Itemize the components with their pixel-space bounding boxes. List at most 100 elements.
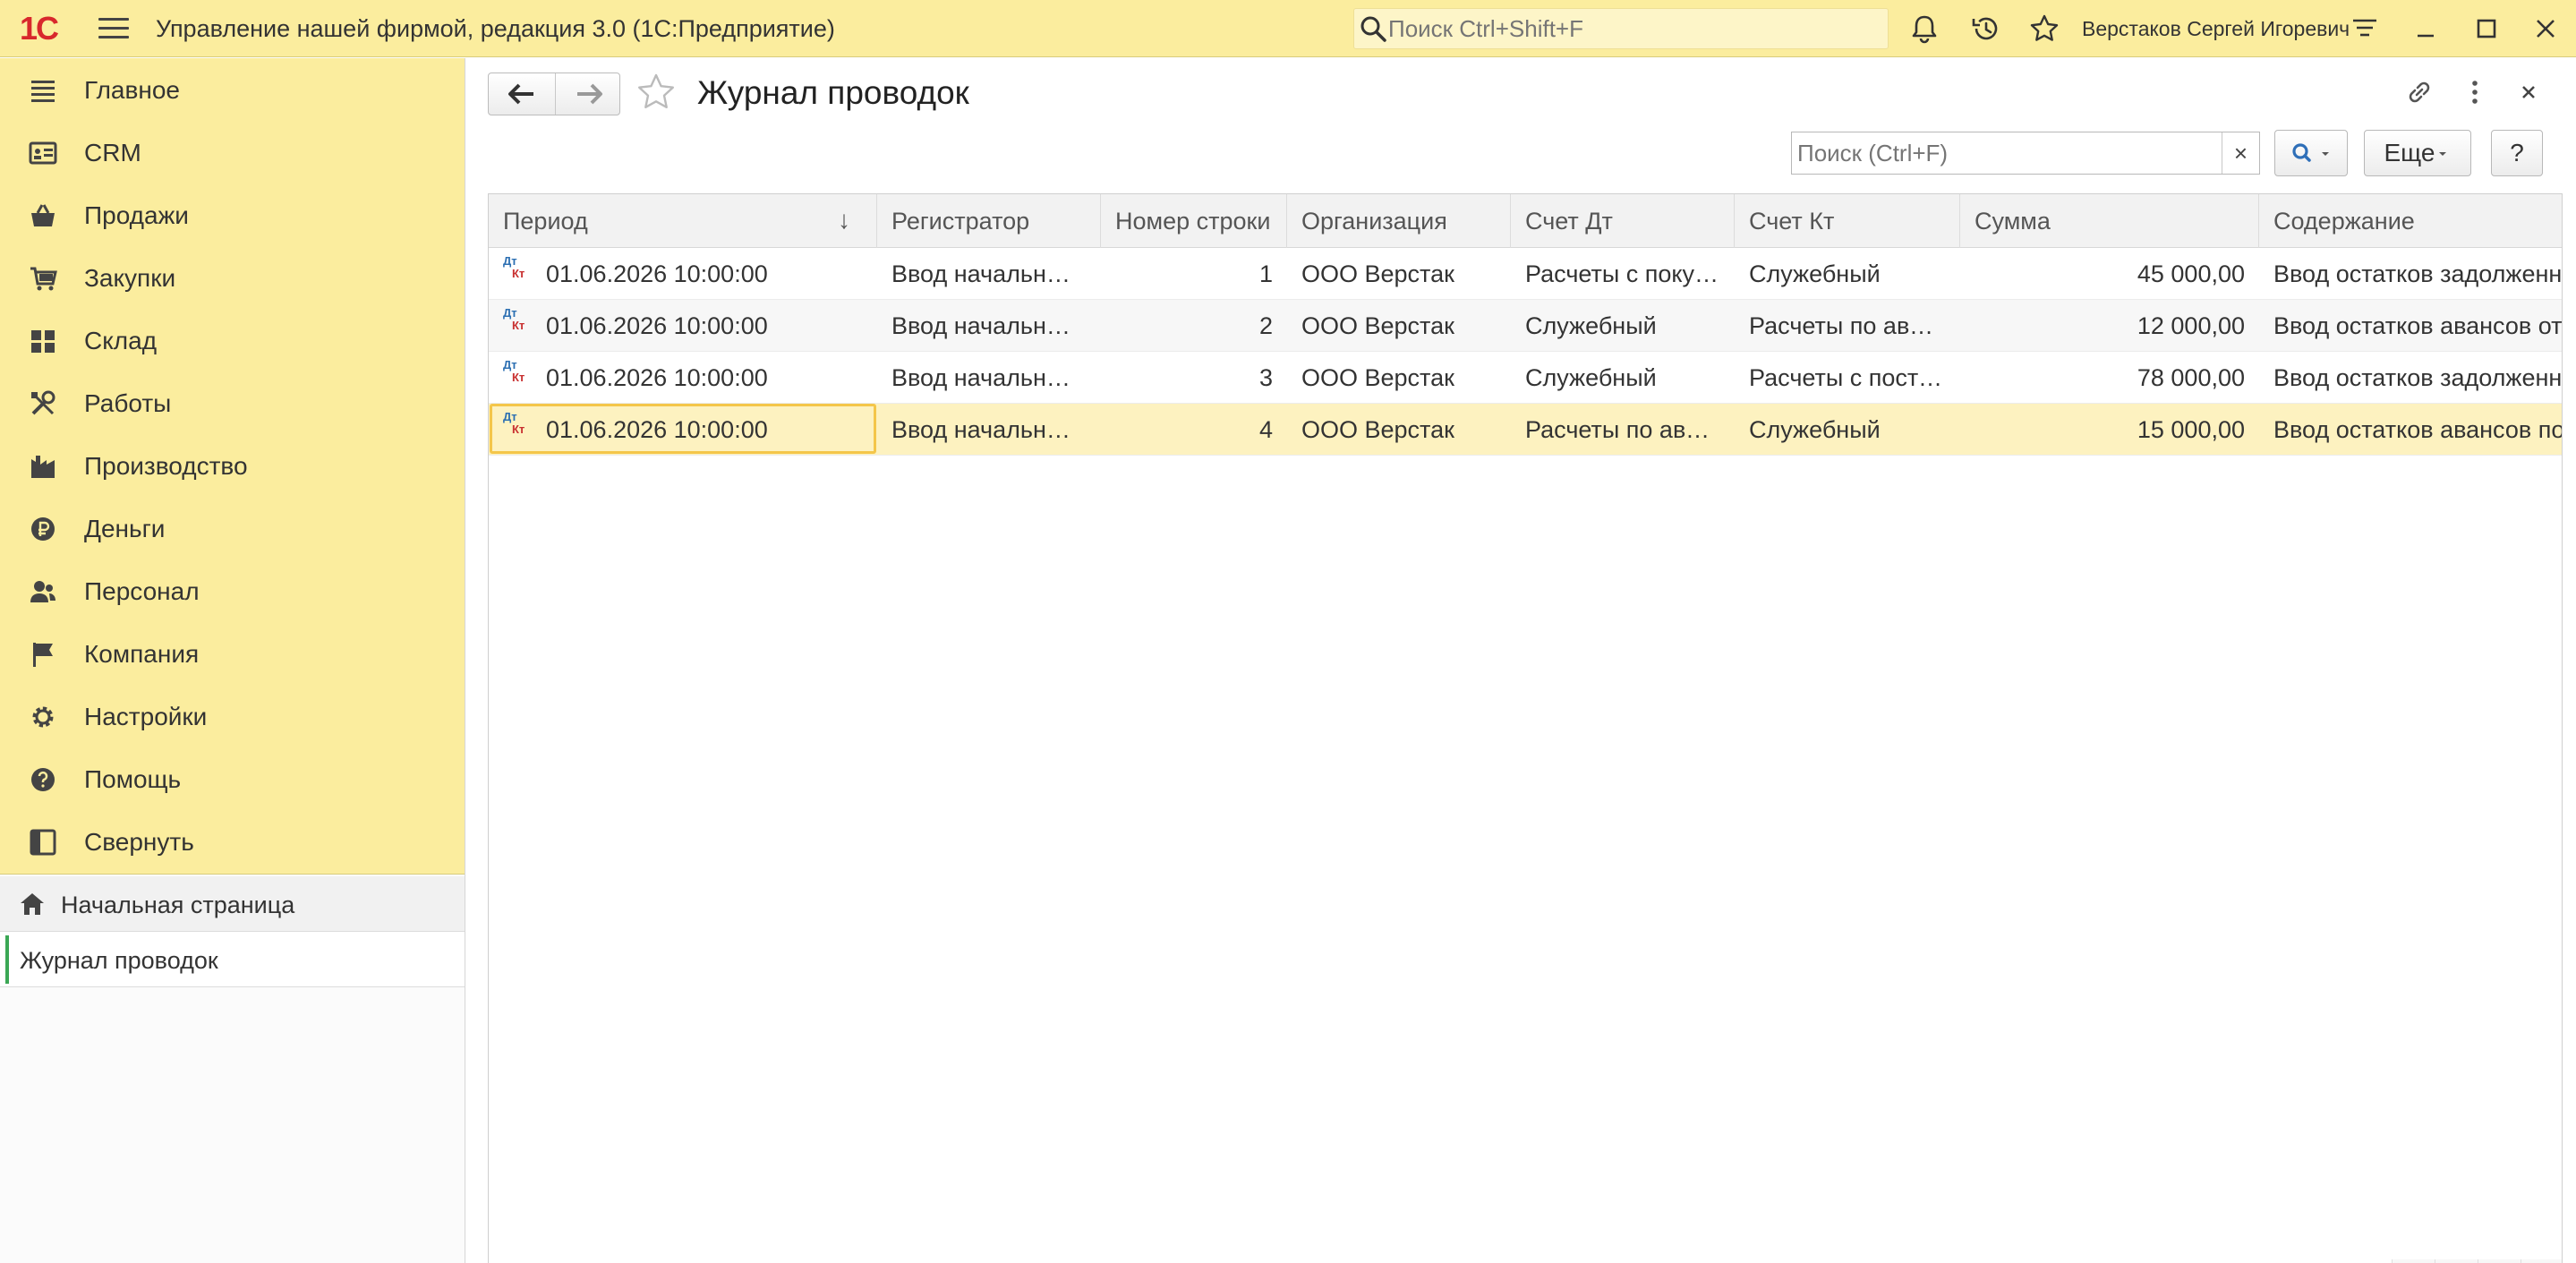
column-header-debit-account[interactable]: Счет Дт <box>1511 194 1735 248</box>
sort-down-icon: ↓ <box>838 206 850 234</box>
table-row[interactable]: Дт Кт 01.06.2026 10:00:00 Ввод начальных … <box>489 248 2562 300</box>
history-icon[interactable] <box>1969 13 2001 45</box>
cell-period: 01.06.2026 10:00:00 <box>546 416 768 443</box>
burger-line <box>98 27 129 30</box>
tools-icon <box>29 389 57 418</box>
page-up-button[interactable] <box>2435 1259 2478 1263</box>
page-title: Журнал проводок <box>697 74 969 111</box>
sidebar-item-label: Настройки <box>84 703 208 730</box>
title-bar: 1С Управление нашей фирмой, редакция 3.0… <box>0 0 2576 57</box>
people-icon <box>29 577 57 606</box>
gear-icon <box>29 703 57 731</box>
collapse-icon <box>29 828 57 857</box>
sidebar-item-label: Помощь <box>84 765 182 793</box>
cell-content: Ввод остатков задолженности <box>2273 364 2563 391</box>
add-favorite-star-icon[interactable] <box>635 71 678 114</box>
sidebar-item-label: Производство <box>84 452 248 480</box>
table-row[interactable]: Дт Кт 01.06.2026 10:00:00 Ввод начальных … <box>489 300 2562 352</box>
maximize-icon[interactable] <box>2470 13 2503 45</box>
sidebar-item-purchases[interactable]: Закупки <box>0 246 465 309</box>
minimize-icon[interactable] <box>2410 13 2442 45</box>
main-menu-button[interactable] <box>98 18 129 41</box>
column-header-period[interactable]: Период ↓ <box>489 194 877 248</box>
column-header-registrator[interactable]: Регистратор <box>877 194 1101 248</box>
cell-organization: ООО Верстак <box>1301 416 1454 443</box>
search-options-button[interactable] <box>2274 130 2348 176</box>
settings-lines-icon[interactable] <box>2349 13 2381 45</box>
global-search[interactable] <box>1353 8 1889 49</box>
table-row-selected[interactable]: Дт Кт 01.06.2026 10:00:00 Ввод начальных … <box>489 404 2563 456</box>
bell-icon[interactable] <box>1908 13 1941 45</box>
list-search-input[interactable] <box>1792 132 2222 174</box>
flag-icon <box>29 640 57 669</box>
cell-line-number: 2 <box>1258 312 1273 339</box>
cell-registrator: Ввод начальных остатков <box>891 416 1101 443</box>
sidebar-item-money[interactable]: Деньги <box>0 497 465 559</box>
sidebar-item-crm[interactable]: CRM <box>0 121 465 183</box>
sidebar-item-help[interactable]: Помощь <box>0 747 465 810</box>
sidebar-item-label: Работы <box>84 389 172 417</box>
more-button[interactable]: Еще <box>2364 130 2471 176</box>
cell-debit-account: Расчеты по авансам <box>1525 416 1735 443</box>
sidebar-item-label: Закупки <box>84 264 176 292</box>
cell-credit-account: Служебный <box>1749 416 1881 443</box>
scroll-to-bottom-button[interactable] <box>2521 1259 2562 1263</box>
cell-period: 01.06.2026 10:00:00 <box>546 364 768 391</box>
cell-content: Ввод остатков авансов по <box>2273 416 2563 443</box>
open-window-current[interactable]: Журнал проводок <box>0 932 465 987</box>
sidebar-item-company[interactable]: Компания <box>0 622 465 685</box>
sidebar-item-collapse[interactable]: Свернуть <box>0 810 465 873</box>
list-search[interactable]: × <box>1791 132 2260 175</box>
open-window-home[interactable]: Начальная страница <box>0 876 465 932</box>
favorites-star-icon[interactable] <box>2028 13 2060 45</box>
global-search-input[interactable] <box>1388 14 1872 43</box>
cell-credit-account: Служебный <box>1749 260 1881 287</box>
basket-icon <box>29 201 57 230</box>
back-button[interactable] <box>489 73 555 115</box>
table-row[interactable]: Дт Кт 01.06.2026 10:00:00 Ввод начальных … <box>489 352 2563 404</box>
cell-period: 01.06.2026 10:00:00 <box>546 312 768 339</box>
link-icon[interactable] <box>2403 76 2435 108</box>
forward-button[interactable] <box>555 73 621 115</box>
open-window-label: Начальная страница <box>61 892 295 918</box>
column-title: Период <box>503 208 588 235</box>
cell-organization: ООО Верстак <box>1301 312 1454 339</box>
cell-sum: 15 000,00 <box>2137 416 2245 443</box>
house-icon <box>18 891 47 917</box>
column-header-organization[interactable]: Организация <box>1287 194 1511 248</box>
more-vertical-icon[interactable] <box>2459 76 2491 108</box>
sidebar-item-personnel[interactable]: Персонал <box>0 559 465 622</box>
column-header-credit-account[interactable]: Счет Кт <box>1735 194 1960 248</box>
column-header-sum[interactable]: Сумма <box>1960 194 2259 248</box>
chevron-down-icon <box>2439 152 2447 156</box>
column-header-content[interactable]: Содержание <box>2259 194 2562 248</box>
cell-registrator: Ввод начальных остатков <box>891 260 1101 287</box>
close-window-icon[interactable] <box>2529 13 2562 45</box>
clear-search-button[interactable]: × <box>2222 132 2259 174</box>
sidebar-item-settings[interactable]: Настройки <box>0 685 465 747</box>
sidebar-item-warehouse[interactable]: Склад <box>0 309 465 371</box>
cell-credit-account: Расчеты по авансам <box>1749 312 1960 339</box>
page-down-button[interactable] <box>2478 1259 2521 1263</box>
open-window-label: Журнал проводок <box>20 947 218 974</box>
sidebar-item-sales[interactable]: Продажи <box>0 183 465 246</box>
help-button[interactable]: ? <box>2491 130 2543 176</box>
sidebar-item-main[interactable]: Главное <box>0 58 465 121</box>
column-header-line-number[interactable]: Номер строки <box>1101 194 1287 248</box>
user-name[interactable]: Верстаков Сергей Игоревич <box>2082 17 2350 41</box>
cell-debit-account: Служебный <box>1525 312 1657 339</box>
cell-organization: ООО Верстак <box>1301 260 1454 287</box>
cell-sum: 12 000,00 <box>2137 312 2245 339</box>
sidebar-item-works[interactable]: Работы <box>0 371 465 434</box>
close-form-icon[interactable] <box>2512 76 2545 108</box>
sidebar-item-label: Свернуть <box>84 828 194 856</box>
sidebar-item-label: Продажи <box>84 201 189 229</box>
sidebar-item-production[interactable]: Производство <box>0 434 465 497</box>
scroll-to-top-button[interactable] <box>2392 1259 2435 1263</box>
app-title: Управление нашей фирмой, редакция 3.0 (1… <box>156 15 835 42</box>
cell-period: 01.06.2026 10:00:00 <box>546 260 768 287</box>
warehouse-icon <box>29 327 57 355</box>
cell-sum: 45 000,00 <box>2137 260 2245 287</box>
postings-table: Период ↓ Регистратор Номер строки Органи… <box>488 193 2563 1263</box>
cell-debit-account: Служебный <box>1525 364 1657 391</box>
